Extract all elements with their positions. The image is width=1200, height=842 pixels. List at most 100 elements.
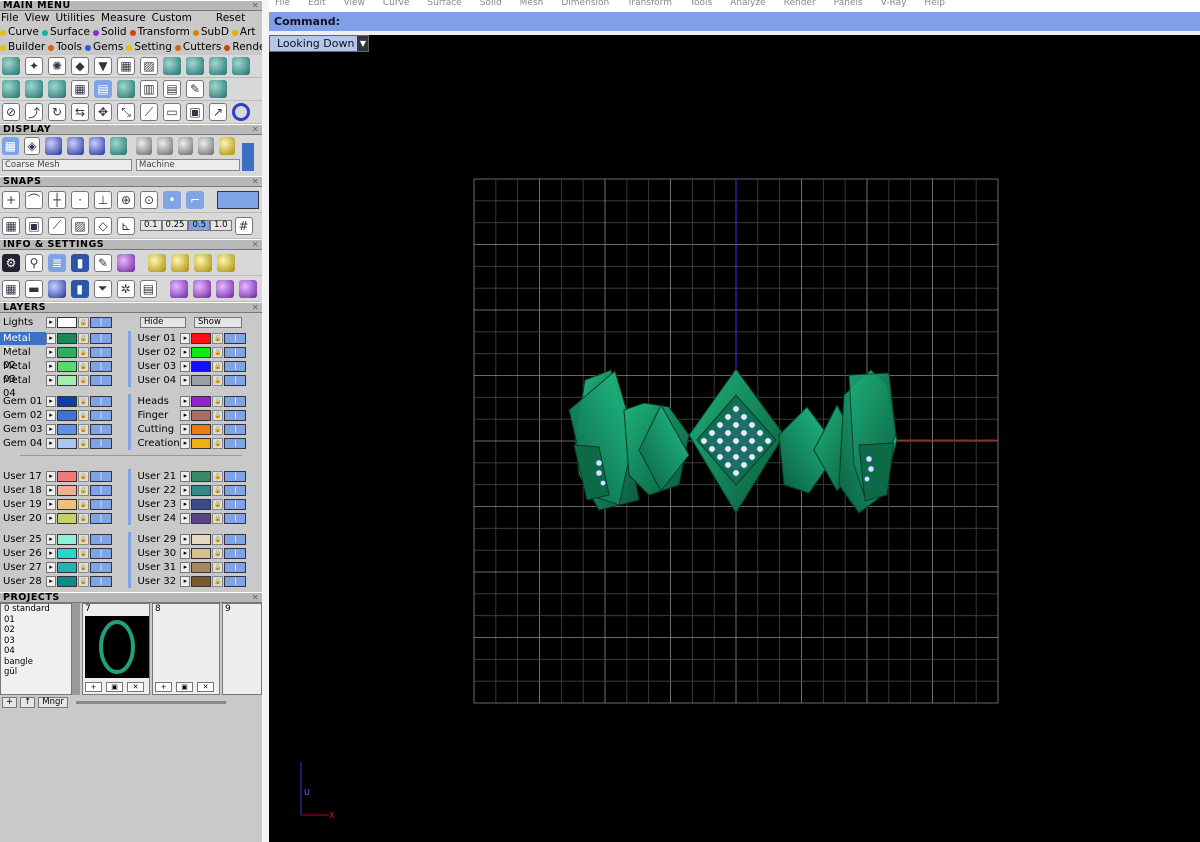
layer-lock-icon[interactable]: 🔒: [78, 498, 89, 510]
snap-tangent-icon[interactable]: ⌐: [186, 190, 204, 209]
menu-view[interactable]: View: [25, 11, 50, 25]
layer-arrow-icon[interactable]: ▸: [46, 423, 56, 435]
layer-lock-icon[interactable]: 🔒: [78, 575, 89, 587]
matte-sphere-icon[interactable]: [198, 137, 215, 155]
layer-row[interactable]: Gem 01 ▸ 🔒 |: [0, 394, 128, 408]
scale-tool-icon[interactable]: ⤡: [117, 103, 135, 121]
profile-tool-icon[interactable]: [117, 80, 135, 98]
layer-name[interactable]: User 23: [134, 498, 180, 511]
slot-delete-icon[interactable]: ✕: [127, 682, 144, 692]
material-sphere-icon[interactable]: [67, 137, 84, 155]
project-list-item[interactable]: bangle: [4, 657, 71, 668]
lights-swatch[interactable]: [57, 316, 77, 328]
top-menu-item[interactable]: View: [344, 0, 365, 8]
tab-builder[interactable]: Builder: [0, 40, 45, 55]
project-list-item[interactable]: 04: [4, 646, 71, 657]
layer-visibility-toggle[interactable]: |: [224, 561, 247, 573]
layer-visibility-toggle[interactable]: |: [90, 437, 112, 449]
layer-visibility-toggle[interactable]: |: [224, 512, 247, 524]
lights-lock-icon[interactable]: 🔒: [78, 316, 89, 328]
layer-row[interactable]: User 30 ▸ 🔒 |: [134, 546, 262, 560]
book-icon[interactable]: ▮: [71, 253, 89, 272]
command-bar[interactable]: Command:: [269, 12, 1200, 31]
light-tool-icon[interactable]: ✺: [48, 57, 66, 75]
layer-row[interactable]: User 19 ▸ 🔒 |: [0, 497, 128, 511]
layer-arrow-icon[interactable]: ▸: [46, 561, 56, 573]
layer-color-swatch[interactable]: [57, 547, 77, 559]
project-slot-8[interactable]: 8 + ▣ ✕: [152, 603, 220, 695]
layer-lock-icon[interactable]: 🔒: [212, 437, 224, 449]
layer-color-swatch[interactable]: [57, 484, 77, 496]
snap-circle-icon[interactable]: ⊙: [140, 190, 158, 209]
layer-visibility-toggle[interactable]: |: [224, 498, 247, 510]
close-icon[interactable]: ✕: [251, 125, 260, 134]
layer-name[interactable]: Gem 02: [0, 409, 46, 422]
layer-visibility-toggle[interactable]: |: [90, 498, 112, 510]
layer-lock-icon[interactable]: 🔒: [212, 561, 224, 573]
layer-visibility-toggle[interactable]: |: [90, 374, 112, 386]
spark-icon[interactable]: [216, 279, 235, 298]
layer-lock-icon[interactable]: 🔒: [212, 533, 224, 545]
rotate-tool-icon[interactable]: ↻: [48, 103, 66, 121]
layer-arrow-icon[interactable]: ▸: [46, 346, 56, 358]
layer-color-swatch[interactable]: [191, 498, 212, 510]
layer-name[interactable]: User 32: [134, 575, 180, 588]
layer-lock-icon[interactable]: 🔒: [212, 484, 224, 496]
globe-tool-icon[interactable]: [232, 57, 250, 75]
snap-end-icon[interactable]: •: [163, 190, 181, 209]
array-tool-icon[interactable]: ▭: [163, 103, 181, 121]
tile-tool-icon[interactable]: ▤: [94, 80, 112, 98]
layer-arrow-icon[interactable]: ▸: [180, 409, 191, 421]
tab-transform[interactable]: Transform: [129, 25, 190, 40]
layer-row[interactable]: User 26 ▸ 🔒 |: [0, 546, 128, 560]
layer-lock-icon[interactable]: 🔒: [212, 395, 224, 407]
layer-row[interactable]: User 23 ▸ 🔒 |: [134, 497, 262, 511]
slot-save-icon[interactable]: ▣: [176, 682, 193, 692]
lamp-tool-icon[interactable]: ✦: [25, 57, 43, 75]
close-icon[interactable]: ✕: [251, 303, 260, 312]
top-menu-item[interactable]: Edit: [308, 0, 325, 8]
layer-visibility-toggle[interactable]: |: [90, 512, 112, 524]
blue-book-icon[interactable]: ▮: [70, 279, 89, 298]
layer-row[interactable]: Cutting ▸ 🔒 |: [134, 422, 262, 436]
list-tool-icon[interactable]: ▤: [163, 80, 181, 98]
layer-lock-icon[interactable]: 🔒: [78, 409, 89, 421]
layer-row[interactable]: Finger ▸ 🔒 |: [134, 408, 262, 422]
layer-lock-icon[interactable]: 🔒: [78, 533, 89, 545]
layer-color-swatch[interactable]: [191, 470, 212, 482]
layer-name[interactable]: User 30: [134, 547, 180, 560]
layer-arrow-icon[interactable]: ▸: [46, 512, 56, 524]
save-layer-icon[interactable]: [217, 253, 235, 272]
layer-lock-icon[interactable]: 🔒: [212, 512, 224, 524]
layer-arrow-icon[interactable]: ▸: [180, 547, 191, 559]
layer-name[interactable]: Gem 04: [0, 437, 46, 450]
layer-visibility-toggle[interactable]: |: [224, 437, 247, 449]
top-menu-item[interactable]: File: [275, 0, 290, 8]
reset-button[interactable]: Reset: [216, 11, 245, 25]
layer-lock-icon[interactable]: 🔒: [212, 346, 224, 358]
layer-name[interactable]: Gem 01: [0, 395, 46, 408]
layer-lock-icon[interactable]: 🔒: [212, 374, 224, 386]
layer-color-swatch[interactable]: [57, 332, 77, 344]
close-icon[interactable]: ✕: [251, 177, 260, 186]
top-menu-item[interactable]: Render: [784, 0, 816, 8]
layer-color-swatch[interactable]: [191, 533, 212, 545]
layer-row[interactable]: Metal 04 ▸ 🔒 |: [0, 373, 128, 399]
tab-subd[interactable]: SubD: [192, 25, 229, 40]
layer-arrow-icon[interactable]: ▸: [46, 374, 56, 386]
layer-arrow-icon[interactable]: ▸: [180, 423, 191, 435]
render-sphere-icon[interactable]: [45, 137, 63, 155]
layer-row[interactable]: User 25 ▸ 🔒 |: [0, 532, 128, 546]
layer-visibility-toggle[interactable]: |: [224, 346, 247, 358]
layer-lock-icon[interactable]: 🔒: [78, 561, 89, 573]
layer-arrow-icon[interactable]: ▸: [180, 374, 191, 386]
layer-arrow-icon[interactable]: ▸: [180, 561, 191, 573]
tab-curve[interactable]: Curve: [0, 25, 39, 40]
layer-color-swatch[interactable]: [191, 484, 212, 496]
move-tool-icon[interactable]: ✥: [94, 103, 112, 121]
tab-tools[interactable]: Tools: [48, 40, 82, 55]
layer-visibility-toggle[interactable]: |: [224, 409, 247, 421]
up-project-button[interactable]: ↑: [20, 696, 36, 708]
material-select[interactable]: Machine: [136, 159, 240, 171]
layer-row[interactable]: User 03 ▸ 🔒 |: [134, 359, 262, 373]
